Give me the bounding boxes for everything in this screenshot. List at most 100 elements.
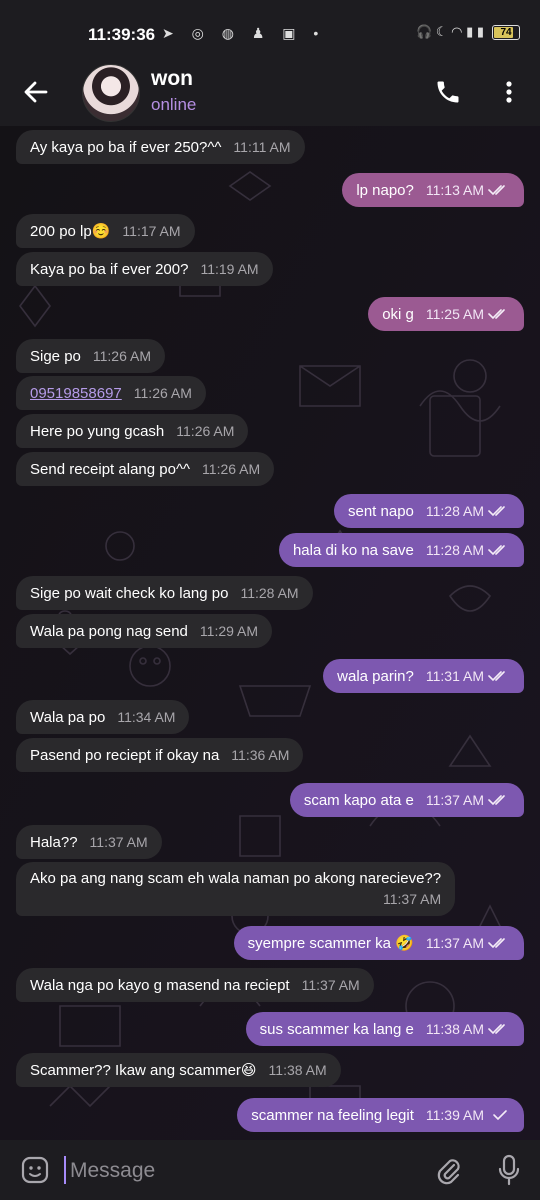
incoming-message[interactable]: Hala?? 11:37 AM [16,825,162,859]
message-time: 11:26 AM [133,385,192,401]
message-text: Wala pa po [30,709,106,726]
message-text: 200 po lp☺️ [30,223,111,240]
contact-status: online [151,95,197,114]
message-time: 11:38 AM [268,1062,327,1078]
message-text: Ako pa ang nang scam eh wala naman po ak… [30,870,442,887]
outgoing-message[interactable]: scammer na feeling legit 11:39 AM [237,1098,524,1132]
message-time: 11:28 AM [425,503,484,519]
battery-icon: 74 [492,24,520,40]
double-check-icon [488,671,505,682]
message-time: 11:17 AM [122,223,181,239]
status-time: 11:39:36 [88,25,156,44]
message-text: Sige po [30,348,81,365]
message-text: Wala nga po kayo g masend na reciept [30,977,290,994]
status-bar: 11:39:36 ➤ ◎ ◍ ♟ ▣ • 🎧 ☾ ◠ ▮ ▮ 74 [0,0,540,60]
outgoing-message[interactable]: oki g 11:25 AM [368,297,524,331]
check-icon [493,1110,507,1121]
message-input[interactable] [68,1152,402,1190]
incoming-message[interactable]: Scammer?? Ikaw ang scammer😆 11:38 AM [16,1053,341,1087]
message-text: syempre scammer ka 🤣 [247,935,414,952]
message-text: lp napo? [356,182,414,199]
outgoing-message[interactable]: syempre scammer ka 🤣 11:37 AM [233,926,524,960]
text-cursor [64,1156,66,1184]
contact-name[interactable]: won [151,67,193,91]
message-text: Wala pa pong nag send [30,623,188,640]
incoming-message[interactable]: 09519858697 11:26 AM [16,376,206,410]
incoming-message[interactable]: Kaya po ba if ever 200? 11:19 AM [16,252,273,286]
message-text: Here po yung gcash [30,423,165,440]
message-text: Sige po wait check ko lang po [30,585,229,602]
message-time: 11:36 AM [231,747,290,763]
outgoing-message[interactable]: sent napo 11:28 AM [333,494,524,528]
message-text: Kaya po ba if ever 200? [30,261,189,278]
arrow-left-icon[interactable] [22,78,50,106]
message-time: 11:25 AM [425,306,484,322]
message-text: scam kapo ata e [303,792,414,809]
message-text: sent napo [347,503,414,520]
incoming-message[interactable]: Sige po 11:26 AM [16,339,165,373]
outgoing-message[interactable]: wala parin? 11:31 AM [323,659,524,693]
message-text: Hala?? [30,834,78,851]
outgoing-message[interactable]: scam kapo ata e 11:37 AM [289,783,524,817]
double-check-icon [488,185,505,196]
message-time: 11:34 AM [117,709,176,725]
message-text: scammer na feeling legit [251,1107,414,1124]
more-vertical-icon[interactable] [500,78,518,106]
incoming-message[interactable]: Wala pa po 11:34 AM [16,700,190,734]
message-time: 11:39 AM [425,1107,484,1123]
double-check-icon [488,309,505,320]
phone-icon[interactable] [434,78,462,106]
incoming-message[interactable]: Wala pa pong nag send 11:29 AM [16,614,273,648]
message-time: 11:26 AM [176,423,235,439]
notification-icons: ➤ ◎ ◍ ♟ ▣ • [162,25,326,41]
double-check-icon [488,1024,505,1035]
message-time: 11:26 AM [92,348,151,364]
message-time: 11:37 AM [425,935,484,951]
message-text: Send receipt alang po^^ [30,461,191,478]
message-text: sus scammer ka lang e [259,1021,414,1038]
incoming-message[interactable]: Sige po wait check ko lang po 11:28 AM [16,576,313,610]
system-icons: 🎧 ☾ ◠ ▮ ▮ 74 [416,24,520,40]
double-check-icon [488,795,505,806]
double-check-icon [488,506,505,517]
message-text: hala di ko na save [292,542,414,559]
incoming-message[interactable]: Ako pa ang nang scam eh wala naman po ak… [16,862,456,916]
outgoing-message[interactable]: hala di ko na save 11:28 AM [278,533,524,567]
outgoing-message[interactable]: sus scammer ka lang e 11:38 AM [245,1012,524,1046]
incoming-message[interactable]: Send receipt alang po^^ 11:26 AM [16,452,275,486]
message-text: Scammer?? Ikaw ang scammer😆 [30,1062,257,1079]
message-composer [0,1140,540,1200]
message-time: 11:37 AM [89,834,148,850]
message-text: wala parin? [337,668,414,685]
message-text[interactable]: 09519858697 [30,385,122,402]
message-time: 11:38 AM [425,1021,484,1037]
incoming-message[interactable]: 200 po lp☺️ 11:17 AM [16,214,195,248]
incoming-message[interactable]: Wala nga po kayo g masend na reciept 11:3… [16,968,374,1002]
message-time: 11:37 AM [425,792,484,808]
message-time: 11:11 AM [233,139,291,155]
message-time: 11:26 AM [202,461,261,477]
battery-level: 74 [500,26,512,38]
message-text: oki g [382,306,414,323]
message-time: 11:28 AM [425,542,484,558]
message-text: Ay kaya po ba if ever 250?^^ [30,139,222,156]
double-check-icon [488,545,505,556]
double-check-icon [488,938,505,949]
chat-area[interactable]: Ay kaya po ba if ever 250?^^ 11:11 AM lp n… [0,126,540,1140]
incoming-message[interactable]: Here po yung gcash 11:26 AM [16,414,249,448]
message-time: 11:13 AM [425,182,484,198]
sticker-icon[interactable] [20,1155,50,1185]
message-time: 11:37 AM [383,891,442,907]
message-time: 11:28 AM [240,585,299,601]
message-text: Pasend po reciept if okay na [30,747,220,764]
avatar[interactable] [82,64,140,122]
message-time: 11:19 AM [200,261,259,277]
incoming-message[interactable]: Ay kaya po ba if ever 250?^^ 11:11 AM [16,130,305,164]
paperclip-icon[interactable] [434,1155,462,1185]
outgoing-message[interactable]: lp napo? 11:13 AM [342,173,524,207]
incoming-message[interactable]: Pasend po reciept if okay na 11:36 AM [16,738,304,772]
microphone-icon[interactable] [498,1154,520,1186]
message-time: 11:29 AM [199,623,259,639]
message-time: 11:31 AM [425,668,484,684]
chat-header: won online [0,60,540,126]
